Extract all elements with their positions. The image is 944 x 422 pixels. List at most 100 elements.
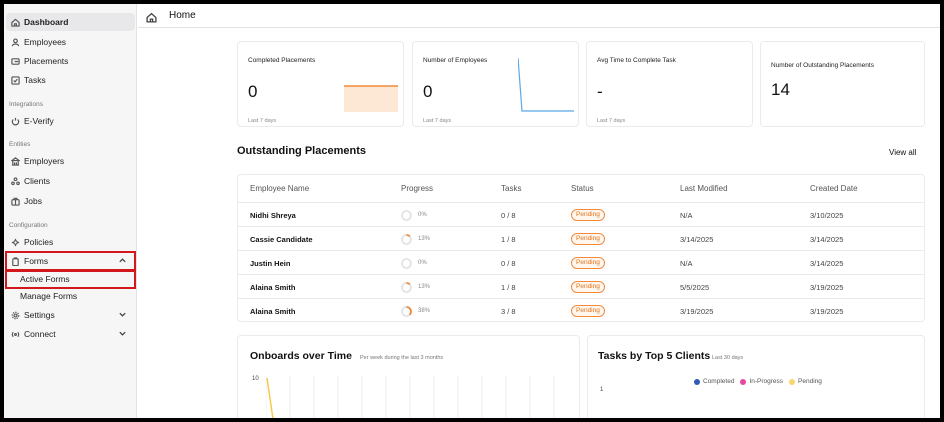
view-all-link[interactable]: View all xyxy=(889,148,916,157)
progress-cell: 13% xyxy=(401,275,430,299)
progress-percent: 13% xyxy=(418,236,431,242)
column-header[interactable]: Progress xyxy=(401,175,433,202)
y-tick-label: 1 xyxy=(600,387,604,393)
chevron-down-icon[interactable] xyxy=(118,310,127,319)
status-badge: Pending xyxy=(571,281,605,293)
stat-sub: Last 7 days xyxy=(423,118,452,124)
status-badge: Pending xyxy=(571,257,605,269)
page-title: Home xyxy=(169,10,196,21)
sidebar-item-label: E-Verify xyxy=(24,116,54,126)
sidebar-item-connect[interactable]: Connect xyxy=(6,325,135,343)
column-header[interactable]: Last Modified xyxy=(680,175,728,202)
highlight-forms xyxy=(5,251,136,271)
legend-label[interactable]: In-Progress xyxy=(749,378,783,385)
top-clients-subtitle: Last 30 days xyxy=(712,355,744,361)
employee-name[interactable]: Alaina Smith xyxy=(250,299,295,323)
stat-value: 0 xyxy=(248,82,258,101)
table-row[interactable]: Cassie Candidate 13% 1 / 8 Pending 3/14/2025… xyxy=(238,226,924,250)
tasks-count: 1 / 8 xyxy=(501,282,516,292)
stat-value: - xyxy=(597,82,603,101)
progress-cell: 0% xyxy=(401,251,427,275)
table-row[interactable]: Alaina Smith 38% 3 / 8 Pending 3/19/2025 3/19… xyxy=(238,298,924,322)
status-badge: Pending xyxy=(571,209,605,221)
sidebar-item-label: Jobs xyxy=(24,196,42,206)
status-cell: Pending xyxy=(571,275,605,299)
stat-card-completed[interactable]: Completed Placements 0 Last 7 days xyxy=(237,41,404,127)
placements-icon xyxy=(10,56,20,66)
column-header[interactable]: Tasks xyxy=(501,175,521,202)
created-date: 3/14/2025 xyxy=(810,234,844,244)
sidebar-item-label: Dashboard xyxy=(24,17,69,27)
onboards-chart xyxy=(266,376,555,418)
last-modified: 3/14/2025 xyxy=(680,234,714,244)
employee-name[interactable]: Cassie Candidate xyxy=(250,227,313,251)
table-row[interactable]: Justin Hein 0% 0 / 8 Pending N/A 3/14/2025 xyxy=(238,250,924,274)
stat-label: Completed Placements xyxy=(248,57,316,64)
section-integrations: Integrations xyxy=(9,101,43,108)
legend-label[interactable]: Pending xyxy=(798,378,822,385)
sparkline-completed xyxy=(344,85,398,112)
chevron-down-icon[interactable] xyxy=(118,329,127,338)
sidebar-item-settings[interactable]: Settings xyxy=(6,306,135,324)
table-row[interactable]: Alaina Smith 13% 1 / 8 Pending 5/5/2025 3/19/… xyxy=(238,274,924,298)
status-cell: Pending xyxy=(571,299,605,323)
status-cell: Pending xyxy=(571,227,605,251)
progress-ring-icon xyxy=(401,209,412,221)
stat-card-avg-time[interactable]: Avg Time to Complete Task - Last 7 days xyxy=(586,41,753,127)
stat-label: Number of Employees xyxy=(423,57,488,64)
home-icon[interactable] xyxy=(146,10,157,23)
checkbox-icon xyxy=(10,75,20,85)
legend-dot xyxy=(740,378,747,385)
sidebar-item-placements[interactable]: Placements xyxy=(6,52,135,70)
sidebar-item-label: Placements xyxy=(24,56,69,66)
sidebar-subitem-manage-forms[interactable]: Manage Forms xyxy=(20,291,77,301)
sidebar-item-dashboard[interactable]: Dashboard xyxy=(6,13,135,31)
progress-cell: 0% xyxy=(401,203,427,227)
employee-name[interactable]: Nidhi Shreya xyxy=(250,203,296,227)
stat-value: 14 xyxy=(771,80,790,99)
sidebar-item-employers[interactable]: Employers xyxy=(6,152,135,170)
last-modified: 5/5/2025 xyxy=(680,282,710,292)
status-badge: Pending xyxy=(571,305,605,317)
employee-name[interactable]: Justin Hein xyxy=(250,251,290,275)
sidebar-item-jobs[interactable]: Jobs xyxy=(6,192,135,210)
column-header[interactable]: Created Date xyxy=(810,175,858,202)
section-title-outstanding: Outstanding Placements xyxy=(237,145,366,157)
created-date: 3/19/2025 xyxy=(810,306,844,316)
stat-card-employees[interactable]: Number of Employees 0 Last 7 days xyxy=(412,41,579,127)
stat-card-outstanding[interactable]: Number of Outstanding Placements 14 xyxy=(760,41,925,127)
sparkline-employees xyxy=(518,57,574,112)
tasks-count: 1 / 8 xyxy=(501,234,516,244)
top-bar: Home xyxy=(138,4,940,28)
sidebar-item-policies[interactable]: Policies xyxy=(6,233,135,251)
tasks-count: 0 / 8 xyxy=(501,210,516,220)
sidebar-item-employees[interactable]: Employees xyxy=(6,33,135,51)
sidebar-item-everify[interactable]: E-Verify xyxy=(6,112,135,130)
onboards-title: Onboards over Time xyxy=(250,350,352,362)
sidebar-item-label: Tasks xyxy=(24,75,46,85)
legend-label[interactable]: Completed xyxy=(703,378,734,385)
progress-cell: 38% xyxy=(401,299,430,323)
created-date: 3/14/2025 xyxy=(810,258,844,268)
column-header[interactable]: Status xyxy=(571,175,594,202)
sidebar: Dashboard Employees Placements Tasks Int… xyxy=(4,4,137,418)
stat-label: Avg Time to Complete Task xyxy=(597,57,676,64)
table-row[interactable]: Nidhi Shreya 0% 0 / 8 Pending N/A 3/10/2025 xyxy=(238,202,924,226)
sidebar-item-clients[interactable]: Clients xyxy=(6,172,135,190)
sidebar-item-label: Policies xyxy=(24,237,54,247)
sidebar-item-label: Settings xyxy=(24,310,55,320)
progress-ring-icon xyxy=(401,233,412,245)
column-header[interactable]: Employee Name xyxy=(250,175,309,202)
status-badge: Pending xyxy=(571,233,605,245)
employee-name[interactable]: Alaina Smith xyxy=(250,275,295,299)
tasks-count: 0 / 8 xyxy=(501,258,516,268)
status-cell: Pending xyxy=(571,203,605,227)
top-clients-card: Tasks by Top 5 Clients Last 30 days 1 Co… xyxy=(587,335,925,418)
sidebar-item-label: Clients xyxy=(24,176,50,186)
verify-icon xyxy=(10,116,20,126)
created-date: 3/19/2025 xyxy=(810,282,844,292)
last-modified: 3/19/2025 xyxy=(680,306,714,316)
sidebar-item-tasks[interactable]: Tasks xyxy=(6,71,135,89)
top-clients-title: Tasks by Top 5 Clients xyxy=(598,350,711,362)
placements-table: Employee Name Progress Tasks Status Last… xyxy=(237,174,925,322)
